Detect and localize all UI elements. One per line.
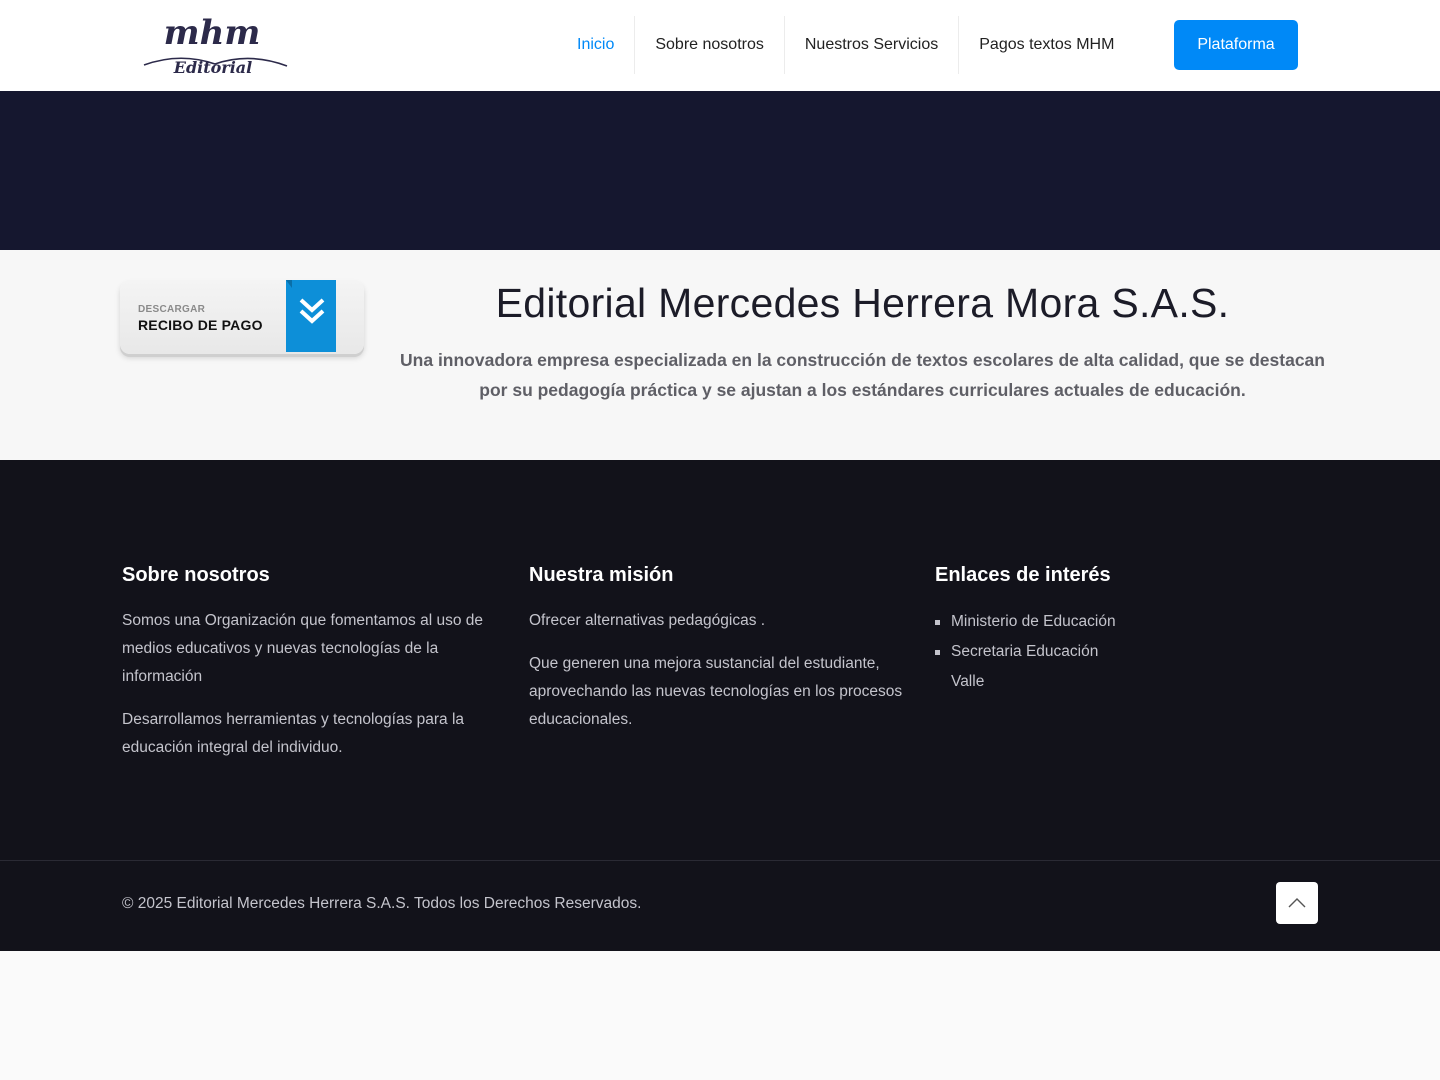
footer-links-heading: Enlaces de interés (935, 564, 1111, 586)
footer-mission-text: Que generen una mejora sustancial del es… (529, 655, 903, 728)
footer-link-secretaria[interactable]: Secretaria Educación Valle (935, 637, 1135, 697)
double-chevron-down-icon (299, 298, 325, 324)
page-title: Editorial Mercedes Herrera Mora S.A.S. (495, 280, 1230, 326)
footer-about: Sobre nosotros Somos una Organización qu… (122, 563, 504, 777)
page-bottom-space (0, 951, 1440, 1080)
hero-banner (0, 91, 1440, 250)
footer-mission-heading: Nuestra misión (529, 564, 674, 586)
recibo-small-label: DESCARGAR (138, 304, 206, 315)
footer-mission-text: Ofrecer alternativas pedagógicas . (529, 612, 766, 629)
recibo-main-label: RECIBO DE PAGO (138, 317, 263, 333)
copyright-bar: © 2025 Editorial Mercedes Herrera S.A.S.… (0, 860, 1440, 951)
nav-item-nuestros-servicios[interactable]: Nuestros Servicios (785, 16, 960, 74)
page-subtitle: Una innovadora empresa especializada en … (400, 350, 1325, 400)
footer-about-text: Desarrollamos herramientas y tecnologías… (122, 711, 465, 756)
footer-links: Enlaces de interés Ministerio de Educaci… (935, 563, 1135, 697)
intro-section: DESCARGAR RECIBO DE PAGO Editorial Merce… (0, 250, 1440, 460)
footer-about-heading: Sobre nosotros (122, 564, 270, 586)
copyright-text: © 2025 Editorial Mercedes Herrera S.A.S.… (122, 895, 642, 912)
site-header: mhm Editorial Inicio Sobre nosotros Nues… (0, 0, 1440, 91)
recibo-tab-fold (286, 280, 292, 288)
nav-item-pagos-textos[interactable]: Pagos textos MHM (959, 16, 1134, 74)
descargar-recibo-button[interactable]: DESCARGAR RECIBO DE PAGO (120, 280, 364, 354)
footer-link-ministerio[interactable]: Ministerio de Educación (935, 607, 1135, 637)
back-to-top-button[interactable] (1276, 882, 1318, 924)
footer-links-list: Ministerio de Educación Secretaria Educa… (935, 607, 1135, 697)
footer-mission: Nuestra misión Ofrecer alternativas peda… (529, 563, 911, 749)
plataforma-button[interactable]: Plataforma (1174, 20, 1298, 70)
footer-about-text: Somos una Organización que fomentamos al… (122, 612, 484, 685)
nav-item-sobre-nosotros[interactable]: Sobre nosotros (635, 16, 785, 74)
chevron-up-icon (1288, 898, 1306, 908)
nav-item-inicio[interactable]: Inicio (557, 16, 636, 74)
logo-subtitle: Editorial (173, 58, 252, 77)
site-footer: Sobre nosotros Somos una Organización qu… (0, 460, 1440, 860)
logo-mark: mhm (164, 13, 261, 53)
main-nav: Inicio Sobre nosotros Nuestros Servicios… (557, 16, 1134, 74)
site-logo[interactable]: mhm Editorial (140, 12, 290, 78)
